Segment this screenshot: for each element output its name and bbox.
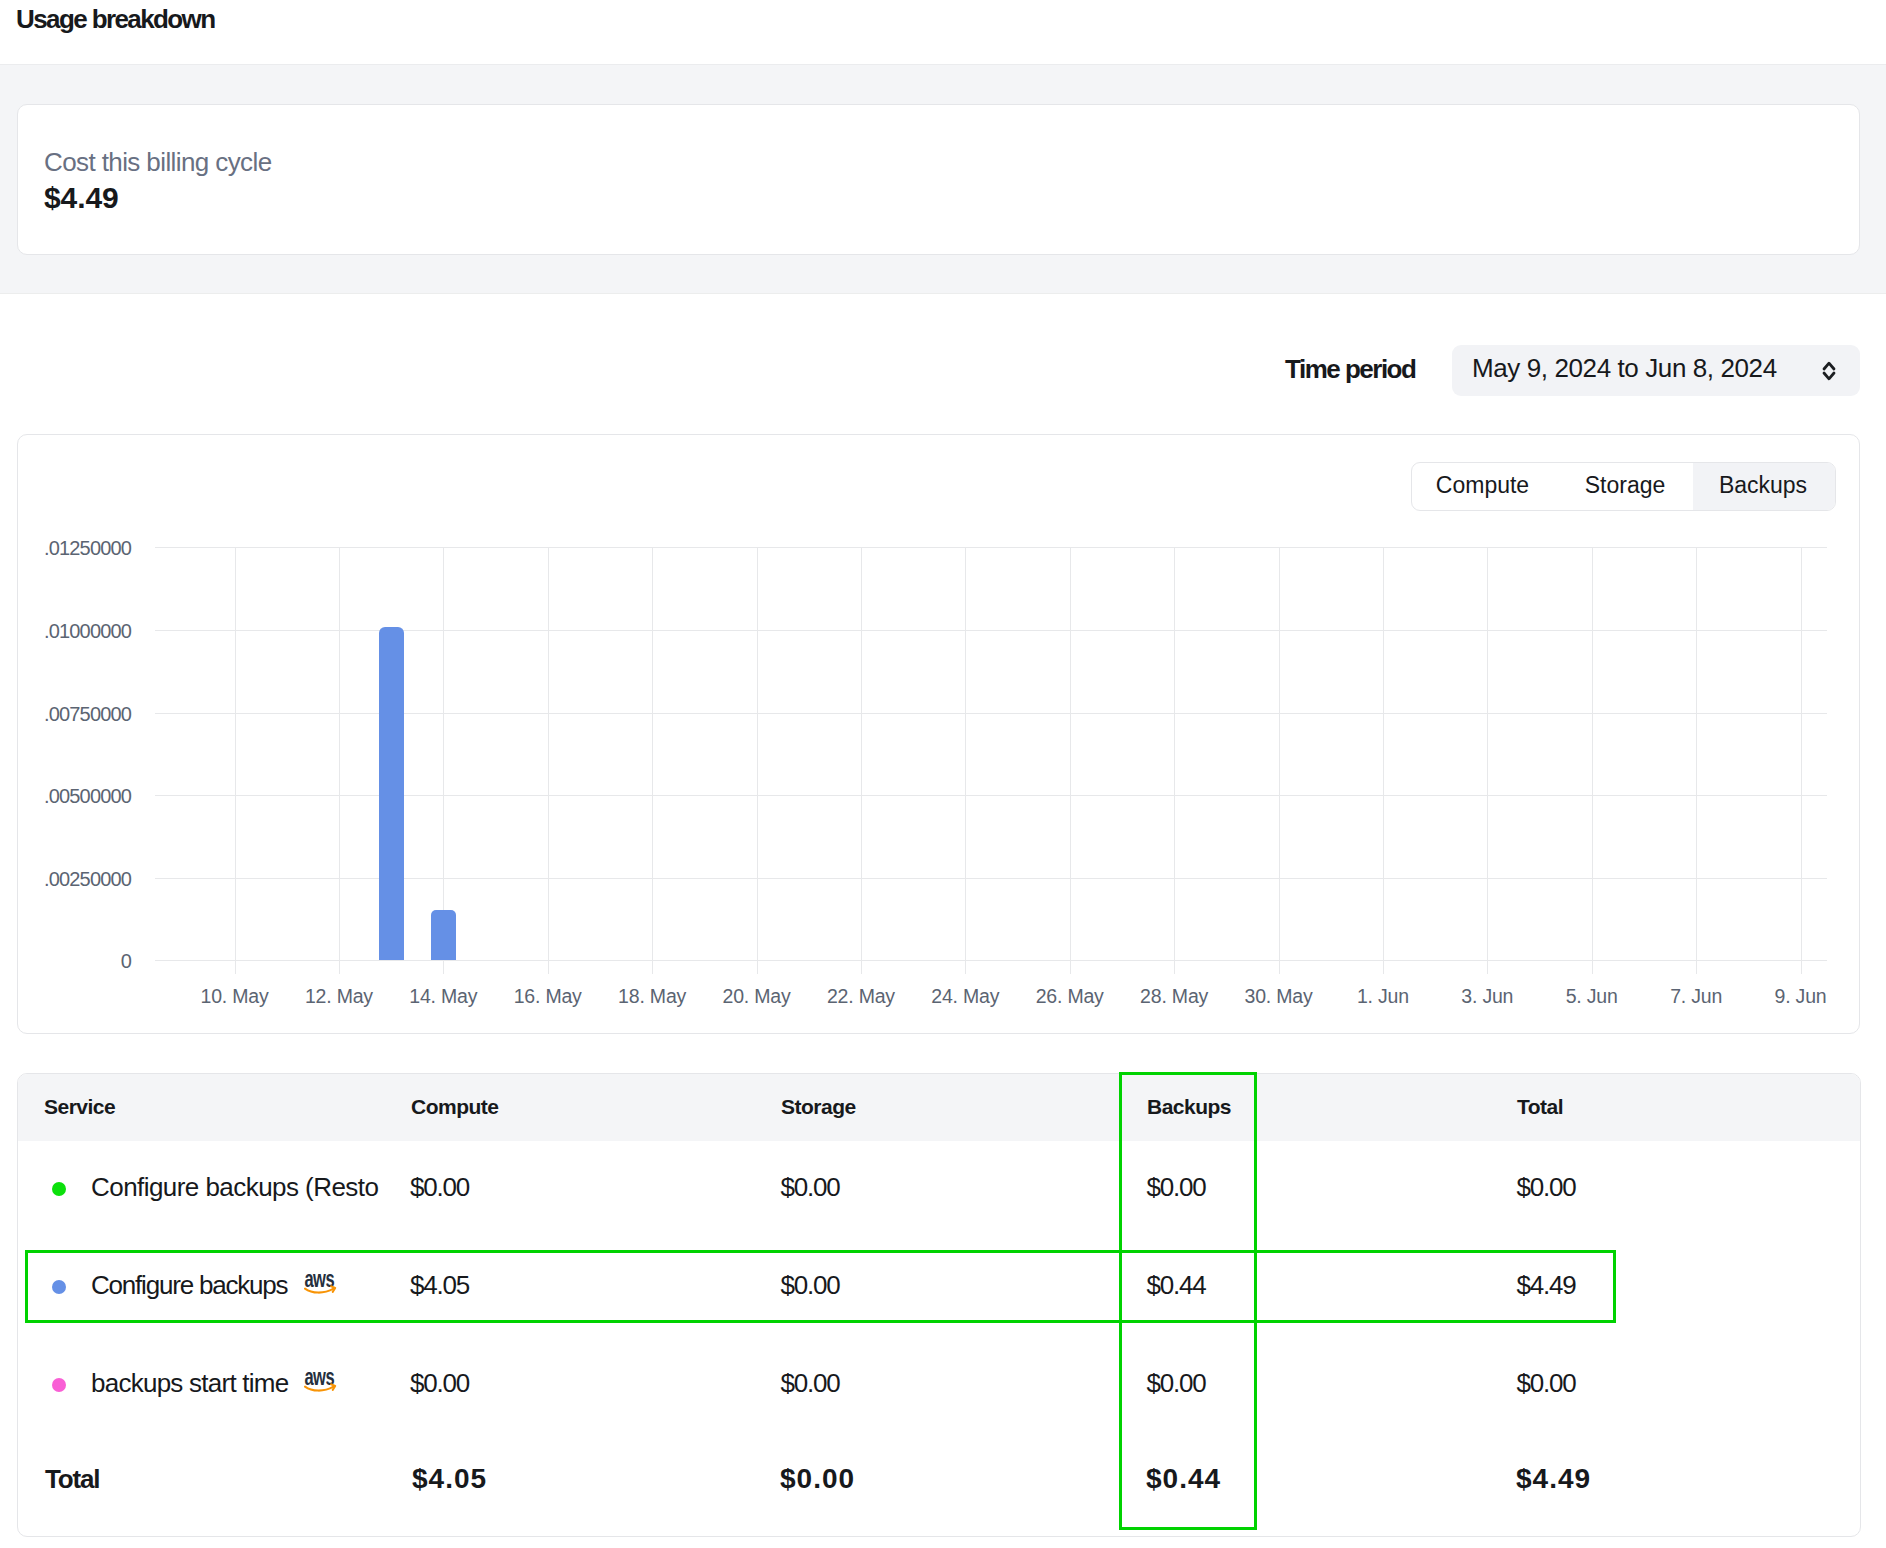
svg-text:aws: aws bbox=[304, 1370, 334, 1389]
